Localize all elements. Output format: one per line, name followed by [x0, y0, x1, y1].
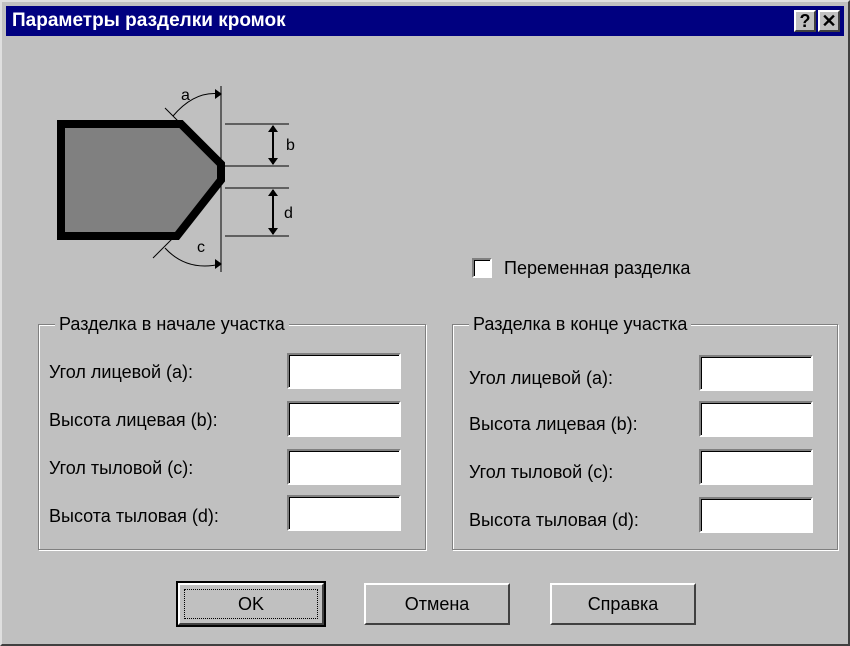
variable-bevel-checkbox[interactable]: [472, 258, 492, 278]
end-back-angle-input[interactable]: [699, 449, 813, 485]
cancel-button-label: Отмена: [404, 594, 470, 614]
label-a: a: [181, 87, 190, 104]
start-bevel-group: Разделка в начале участка Угол лицевой (…: [38, 312, 426, 550]
end-back-height-input[interactable]: [699, 497, 813, 533]
window-title: Параметры разделки кромок: [12, 10, 286, 31]
cancel-button[interactable]: Отмена: [364, 583, 510, 625]
bevel-diagram: a b d c: [57, 86, 295, 272]
plate-shape: [57, 120, 225, 240]
ok-button[interactable]: OK: [176, 581, 326, 627]
end-face-height-input[interactable]: [699, 401, 813, 437]
end-back-angle-label: Угол тыловой (c):: [469, 462, 614, 482]
help-button[interactable]: Справка: [550, 583, 696, 625]
ok-button-label: OK: [237, 594, 264, 614]
title-bar[interactable]: Параметры разделки кромок ? ✕: [6, 6, 844, 36]
help-question-button[interactable]: ?: [794, 10, 816, 32]
angle-c-arc: [164, 247, 222, 267]
start-face-height-label: Высота лицевая (b):: [49, 410, 218, 430]
label-d: d: [284, 205, 293, 222]
dim-d-arrow-bottom: [268, 228, 278, 235]
start-face-angle-label: Угол лицевой (a):: [49, 362, 194, 382]
label-b: b: [286, 137, 295, 154]
start-back-angle-label: Угол тыловой (c):: [49, 458, 194, 478]
end-bevel-group: Разделка в конце участка Угол лицевой (a…: [452, 312, 838, 550]
end-face-angle-input[interactable]: [699, 355, 813, 391]
start-face-angle-input[interactable]: [287, 353, 401, 389]
start-back-angle-input[interactable]: [287, 449, 401, 485]
end-face-angle-label: Угол лицевой (a):: [469, 368, 614, 388]
start-back-height-input[interactable]: [287, 495, 401, 531]
end-back-height-label: Высота тыловая (d):: [469, 510, 639, 530]
variable-bevel-label[interactable]: Переменная разделка: [504, 256, 690, 280]
dialog-window: Параметры разделки кромок ? ✕ a b d c Пе…: [0, 0, 850, 646]
dim-d-arrow-top: [268, 189, 278, 196]
help-button-label: Справка: [587, 594, 659, 614]
dim-b-arrow-top: [268, 125, 278, 132]
end-group-title: Разделка в конце участка: [469, 312, 692, 336]
start-group-title: Разделка в начале участка: [55, 312, 289, 336]
close-button[interactable]: ✕: [818, 10, 840, 32]
start-face-height-input[interactable]: [287, 401, 401, 437]
end-face-height-label: Высота лицевая (b):: [469, 414, 638, 434]
dim-b-arrow-bottom: [268, 158, 278, 165]
label-c: c: [197, 239, 205, 256]
start-back-height-label: Высота тыловая (d):: [49, 506, 219, 526]
